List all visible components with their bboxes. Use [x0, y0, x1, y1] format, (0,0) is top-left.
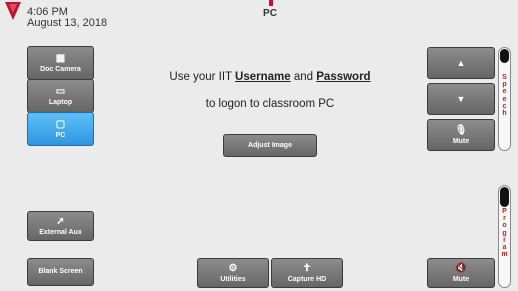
- username-text: Username: [235, 71, 291, 83]
- utilities-button[interactable]: ⚙ Utilities: [197, 258, 269, 288]
- speech-mute-button[interactable]: 🎙 Mute: [427, 119, 495, 151]
- program-mute-label: Mute: [452, 275, 470, 283]
- adjust-image-button[interactable]: Adjust Image: [223, 134, 317, 157]
- doc-camera-button[interactable]: ▦ Doc Camera: [27, 46, 94, 80]
- laptop-button[interactable]: ▭ Laptop: [27, 79, 94, 113]
- blank-screen-button[interactable]: Blank Screen: [27, 258, 94, 286]
- speech-volume-slider[interactable]: Speech: [498, 47, 511, 151]
- laptop-label: Laptop: [48, 98, 73, 106]
- page-title: PC: [263, 8, 277, 19]
- date-text: August 13, 2018: [27, 17, 108, 29]
- external-aux-label: External Aux: [39, 228, 82, 236]
- speech-slider-fill: [500, 49, 509, 63]
- line1-prefix: Use your IIT: [169, 71, 236, 83]
- speaker-mute-icon: 🔇: [454, 262, 468, 274]
- volume-up-button[interactable]: ▲: [427, 47, 495, 79]
- login-instruction-line1: Use your IIT Username and Password: [120, 71, 420, 83]
- speech-mute-label: Mute: [452, 137, 470, 145]
- clock: 4:06 PM August 13, 2018: [27, 7, 107, 29]
- volume-down-button[interactable]: ▼: [427, 83, 495, 115]
- speech-slider-label: Speech: [502, 74, 507, 118]
- triangle-down-icon: ▼: [456, 94, 466, 104]
- image-icon: ▦: [55, 52, 66, 64]
- monitor-icon: ▢: [55, 118, 66, 130]
- doc-camera-label: Doc Camera: [40, 65, 81, 73]
- plug-icon: ➚: [56, 215, 65, 227]
- program-volume-slider[interactable]: Program: [498, 185, 511, 288]
- program-mute-button[interactable]: 🔇 Mute: [427, 258, 495, 288]
- line1-and: and: [290, 71, 317, 83]
- blank-screen-label: Blank Screen: [38, 268, 83, 275]
- capture-hd-label: Capture HD: [287, 275, 327, 283]
- program-slider-fill: [500, 187, 509, 207]
- touch-panel: 4:06 PM August 13, 2018 PC Use your IIT …: [0, 0, 518, 291]
- pc-button[interactable]: ▢ PC: [27, 112, 94, 146]
- pc-label: PC: [55, 131, 66, 139]
- top-indicator: [269, 0, 273, 6]
- utilities-label: Utilities: [220, 275, 246, 283]
- triangle-up-icon: ▲: [456, 58, 466, 68]
- capture-hd-button[interactable]: ✝ Capture HD: [271, 258, 343, 288]
- login-instruction-line2: to logon to classroom PC: [205, 98, 335, 110]
- microphone-mute-icon: 🎙: [454, 124, 468, 136]
- password-text: Password: [316, 71, 371, 83]
- iit-logo: [5, 2, 21, 20]
- adjust-image-label: Adjust Image: [248, 141, 292, 149]
- laptop-icon: ▭: [55, 85, 66, 97]
- wrench-icon: ✝: [302, 262, 312, 274]
- gear-icon: ⚙: [228, 262, 238, 274]
- program-slider-label: Program: [501, 208, 508, 259]
- external-aux-button[interactable]: ➚ External Aux: [27, 211, 94, 241]
